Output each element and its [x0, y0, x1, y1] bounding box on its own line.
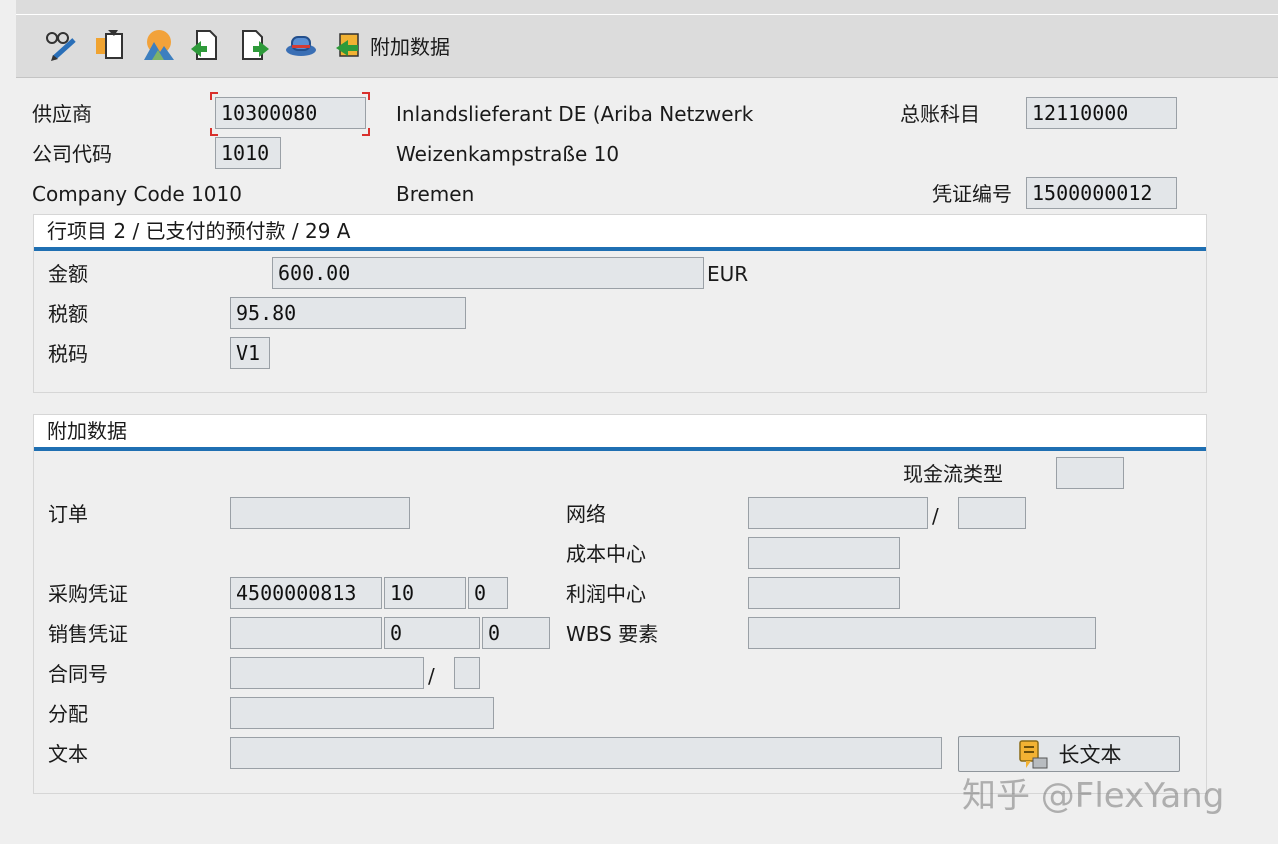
company-code-label: 公司代码	[32, 142, 112, 166]
text-label: 文本	[48, 742, 88, 766]
additional-data-label: 附加数据	[370, 34, 450, 59]
currency-label: EUR	[707, 262, 749, 286]
amount-label: 金额	[48, 262, 88, 286]
order-field[interactable]	[230, 497, 410, 529]
line-item-panel: 行项目 2 / 已支付的预付款 / 29 A	[33, 214, 1207, 393]
gl-account-label: 总账科目	[900, 102, 980, 126]
vendor-field[interactable]: 10300080	[215, 97, 366, 129]
assignment-label: 分配	[48, 702, 88, 726]
network-activity-field[interactable]	[958, 497, 1026, 529]
contract-type-field[interactable]	[454, 657, 480, 689]
mountain-image-icon[interactable]	[142, 28, 176, 62]
tax-code-field[interactable]: V1	[230, 337, 270, 369]
focus-corner	[210, 128, 218, 136]
assignment-field[interactable]	[230, 697, 494, 729]
cash-flow-type-field[interactable]	[1056, 457, 1124, 489]
purchasing-document-field[interactable]: 4500000813	[230, 577, 382, 609]
profit-center-field[interactable]	[748, 577, 900, 609]
order-label: 订单	[48, 502, 88, 526]
vendor-city: Bremen	[396, 182, 475, 206]
sales-schedule-field[interactable]: 0	[482, 617, 550, 649]
tax-amount-field[interactable]: 95.80	[230, 297, 466, 329]
additional-data-panel-header: 附加数据	[34, 415, 1206, 451]
document-number-field[interactable]: 1500000012	[1026, 177, 1177, 209]
contract-number-label: 合同号	[48, 662, 108, 686]
contract-separator: /	[428, 664, 435, 688]
line-item-title: 行项目 2 / 已支付的预付款 / 29 A	[47, 219, 351, 243]
document-number-label: 凭证编号	[932, 182, 1012, 206]
wbs-element-label: WBS 要素	[566, 622, 659, 646]
hat-icon[interactable]	[284, 28, 318, 62]
contract-number-field[interactable]	[230, 657, 424, 689]
sales-document-field[interactable]	[230, 617, 382, 649]
additional-data-title: 附加数据	[47, 419, 127, 443]
network-field[interactable]	[748, 497, 928, 529]
vendor-name: Inlandslieferant DE (Ariba Netzwerk	[396, 102, 754, 126]
purchasing-item-field[interactable]: 10	[384, 577, 466, 609]
cost-center-field[interactable]	[748, 537, 900, 569]
text-field[interactable]	[230, 737, 942, 769]
purchasing-document-label: 采购凭证	[48, 582, 128, 606]
document-forward-icon[interactable]	[238, 28, 272, 62]
toolbar: 附加数据	[16, 15, 1278, 78]
tax-code-label: 税码	[48, 342, 88, 366]
sales-document-label: 销售凭证	[48, 622, 128, 646]
wbs-element-field[interactable]	[748, 617, 1096, 649]
company-code-text: Company Code 1010	[32, 182, 242, 206]
additional-data-button[interactable]: 附加数据	[334, 28, 450, 62]
focus-corner	[362, 128, 370, 136]
sales-item-field[interactable]: 0	[384, 617, 480, 649]
long-text-button[interactable]: 长文本	[958, 736, 1180, 772]
purchasing-schedule-field[interactable]: 0	[468, 577, 508, 609]
vendor-label: 供应商	[32, 102, 92, 126]
gl-account-field[interactable]: 12110000	[1026, 97, 1177, 129]
arrow-document-icon	[336, 33, 359, 57]
document-back-icon[interactable]	[188, 28, 222, 62]
amount-field[interactable]: 600.00	[272, 257, 704, 289]
vendor-street: Weizenkampstraße 10	[396, 142, 620, 166]
copy-document-icon[interactable]	[94, 28, 128, 62]
watermark: 知乎 @FlexYang	[962, 776, 1225, 816]
network-separator: /	[932, 504, 939, 528]
long-text-note-icon	[1018, 740, 1047, 769]
long-text-label: 长文本	[1058, 743, 1122, 767]
profit-center-label: 利润中心	[566, 582, 646, 606]
line-item-panel-header: 行项目 2 / 已支付的预付款 / 29 A	[34, 215, 1206, 251]
glasses-edit-icon[interactable]	[44, 28, 78, 62]
cost-center-label: 成本中心	[566, 542, 646, 566]
network-label: 网络	[566, 502, 606, 526]
company-code-field[interactable]: 1010	[215, 137, 281, 169]
tax-amount-label: 税额	[48, 302, 88, 326]
cash-flow-type-label: 现金流类型	[903, 462, 1003, 486]
top-strip	[16, 0, 1278, 15]
